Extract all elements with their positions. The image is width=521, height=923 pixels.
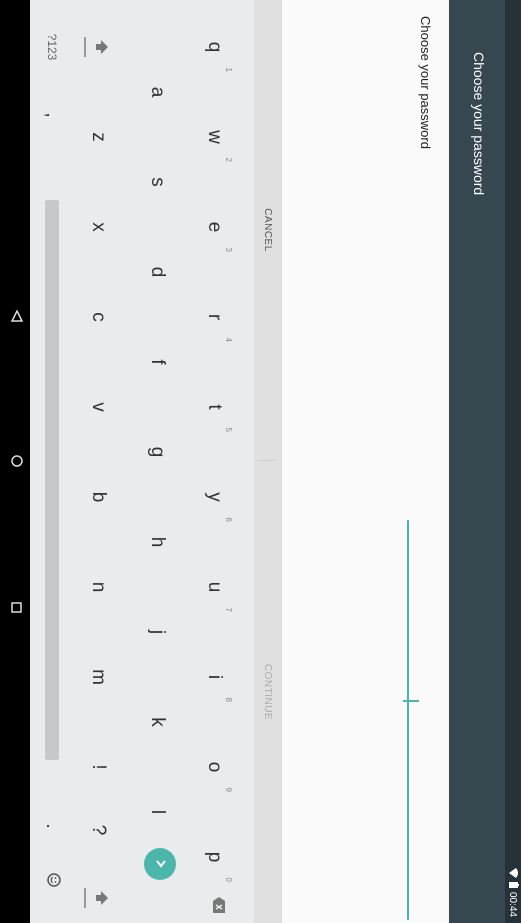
keyboard: q 1 w 2 e 3 r 4 t 5 y 6 u 7 i 8 o 9 p 0 … <box>30 0 254 923</box>
symbols-key[interactable]: ?123 <box>36 14 68 80</box>
key-j[interactable]: j <box>137 599 177 665</box>
key-c[interactable]: c <box>78 284 118 350</box>
app-bar: Choose your password <box>449 0 505 923</box>
key-u[interactable]: u 7 <box>194 554 234 620</box>
key-k[interactable]: k <box>137 689 177 755</box>
key-l[interactable]: l <box>137 779 177 845</box>
spacebar-track <box>45 200 59 760</box>
shift-underline <box>84 37 86 57</box>
recents-button[interactable] <box>0 583 30 631</box>
key-h[interactable]: h <box>137 509 177 575</box>
screen: 00:44 Choose your password Choose your p… <box>0 0 521 923</box>
key-hint: 5 <box>224 427 233 432</box>
key-hint: 2 <box>224 157 233 162</box>
key-hint: 4 <box>224 337 233 342</box>
password-content: Choose your password <box>282 0 449 923</box>
key-g[interactable]: g <box>137 419 177 485</box>
spacebar[interactable] <box>36 160 68 800</box>
key-q[interactable]: q 1 <box>194 14 234 80</box>
key-s[interactable]: s <box>137 149 177 215</box>
key-hint: 9 <box>224 787 233 792</box>
key-exclamation[interactable]: ! <box>78 734 118 800</box>
key-x[interactable]: x <box>78 194 118 260</box>
key-n[interactable]: n <box>78 554 118 620</box>
key-hint: 6 <box>224 517 233 522</box>
key-f[interactable]: f <box>137 329 177 395</box>
battery-icon <box>506 881 519 888</box>
text-cursor <box>403 700 419 702</box>
key-v[interactable]: v <box>78 374 118 440</box>
password-field[interactable] <box>407 520 409 920</box>
recents-square-icon <box>6 601 24 613</box>
enter-key[interactable] <box>144 848 176 880</box>
key-r[interactable]: r 4 <box>194 284 234 350</box>
back-button[interactable] <box>0 292 30 340</box>
key-hint: 3 <box>224 247 233 252</box>
key-comma[interactable]: , <box>36 90 68 140</box>
shift-key-right[interactable] <box>78 878 118 918</box>
key-o[interactable]: o 9 <box>194 734 234 800</box>
key-hint: 1 <box>224 67 233 72</box>
button-bar: CANCEL CONTINUE <box>253 0 282 923</box>
key-e[interactable]: e 3 <box>194 194 234 260</box>
key-z[interactable]: z <box>78 104 118 170</box>
shift-icon <box>90 40 112 54</box>
backspace-key[interactable] <box>198 888 238 922</box>
backspace-icon <box>207 897 229 913</box>
shift-key-left[interactable] <box>78 14 118 80</box>
emoji-key[interactable] <box>36 855 68 905</box>
key-p[interactable]: p 0 <box>194 824 234 890</box>
status-bar: 00:44 <box>505 0 521 923</box>
emoji-icon <box>41 873 63 887</box>
key-m[interactable]: m <box>78 644 118 710</box>
shift-underline <box>84 888 86 908</box>
navigation-bar <box>0 0 30 923</box>
continue-button[interactable]: CONTINUE <box>253 461 281 923</box>
key-w[interactable]: w 2 <box>194 104 234 170</box>
password-header: Choose your password <box>418 16 433 149</box>
arrow-right-icon <box>149 858 171 870</box>
status-time: 00:44 <box>507 891 518 917</box>
key-hint: 7 <box>224 607 233 612</box>
shift-icon <box>90 891 112 905</box>
key-t[interactable]: t 5 <box>194 374 234 440</box>
status-icons: 00:44 <box>506 867 519 917</box>
key-a[interactable]: a <box>137 59 177 125</box>
key-question[interactable]: ? <box>78 800 118 860</box>
home-button[interactable] <box>0 437 30 485</box>
key-y[interactable]: y 6 <box>194 464 234 530</box>
key-i[interactable]: i 8 <box>194 644 234 710</box>
key-hint: 0 <box>224 877 233 882</box>
home-circle-icon <box>6 455 24 467</box>
back-triangle-icon <box>6 309 24 322</box>
page-title: Choose your password <box>471 52 487 196</box>
key-hint: 8 <box>224 697 233 702</box>
key-d[interactable]: d <box>137 239 177 305</box>
key-period[interactable]: . <box>36 806 68 846</box>
wifi-icon <box>507 867 519 878</box>
cancel-button[interactable]: CANCEL <box>253 0 281 460</box>
key-b[interactable]: b <box>78 464 118 530</box>
